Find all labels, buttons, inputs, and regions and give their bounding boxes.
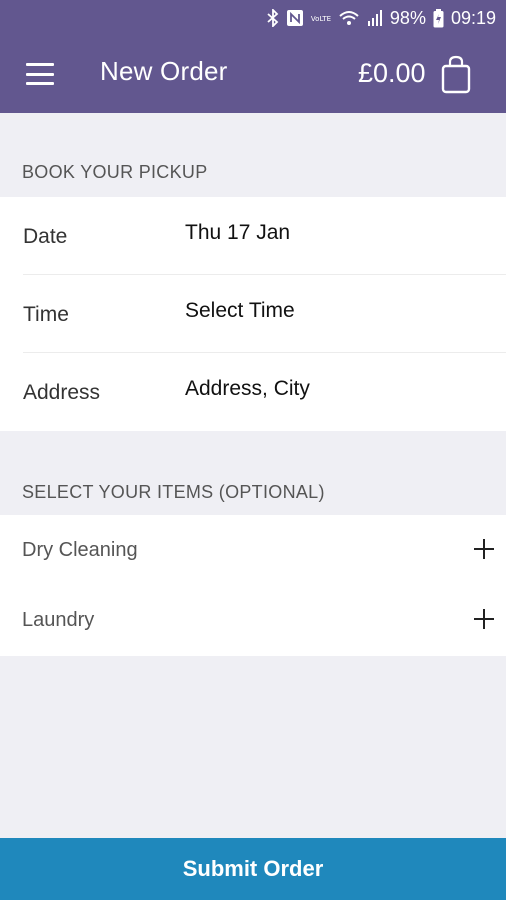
- time-field[interactable]: Time Select Time: [0, 275, 506, 353]
- pickup-form: Date Thu 17 Jan Time Select Time Address…: [0, 197, 506, 431]
- app-bar: VoLTE 98% 09:19 New Order £0.00: [0, 0, 506, 113]
- signal-icon: [367, 9, 383, 27]
- items-list: Dry Cleaning Laundry: [0, 515, 506, 656]
- time-label: Time: [23, 303, 69, 326]
- page-title: New Order: [100, 56, 228, 86]
- nfc-icon: [286, 9, 304, 27]
- address-field[interactable]: Address Address, City: [0, 353, 506, 431]
- battery-percent: 98%: [389, 8, 426, 28]
- address-value[interactable]: Address, City: [185, 377, 310, 401]
- bluetooth-icon: [267, 9, 279, 27]
- wifi-icon: [338, 9, 360, 27]
- address-label: Address: [23, 381, 101, 404]
- volte-icon: VoLTE: [311, 9, 331, 27]
- item-label: Dry Cleaning: [22, 539, 138, 561]
- shopping-bag-icon[interactable]: [440, 54, 472, 94]
- submit-order-button[interactable]: Submit Order: [0, 838, 506, 900]
- plus-icon[interactable]: [474, 539, 494, 559]
- cart-total: £0.00: [358, 58, 426, 88]
- list-item-dry-cleaning[interactable]: Dry Cleaning: [0, 515, 506, 585]
- pickup-section-heading: BOOK YOUR PICKUP: [22, 162, 208, 182]
- date-label: Date: [23, 225, 68, 248]
- battery-icon: [433, 8, 444, 28]
- time-value[interactable]: Select Time: [185, 299, 295, 323]
- hamburger-menu-icon[interactable]: [26, 63, 54, 85]
- status-time: 09:19: [450, 8, 496, 28]
- status-bar: VoLTE 98% 09:19: [0, 0, 506, 36]
- item-label: Laundry: [22, 609, 95, 631]
- plus-icon[interactable]: [474, 609, 494, 629]
- list-item-laundry[interactable]: Laundry: [0, 585, 506, 655]
- toolbar: New Order £0.00: [0, 36, 506, 113]
- volte-label: VoLTE: [311, 15, 331, 23]
- date-field[interactable]: Date Thu 17 Jan: [0, 197, 506, 275]
- date-value[interactable]: Thu 17 Jan: [185, 221, 290, 245]
- items-section-heading: SELECT YOUR ITEMS (OPTIONAL): [22, 482, 325, 502]
